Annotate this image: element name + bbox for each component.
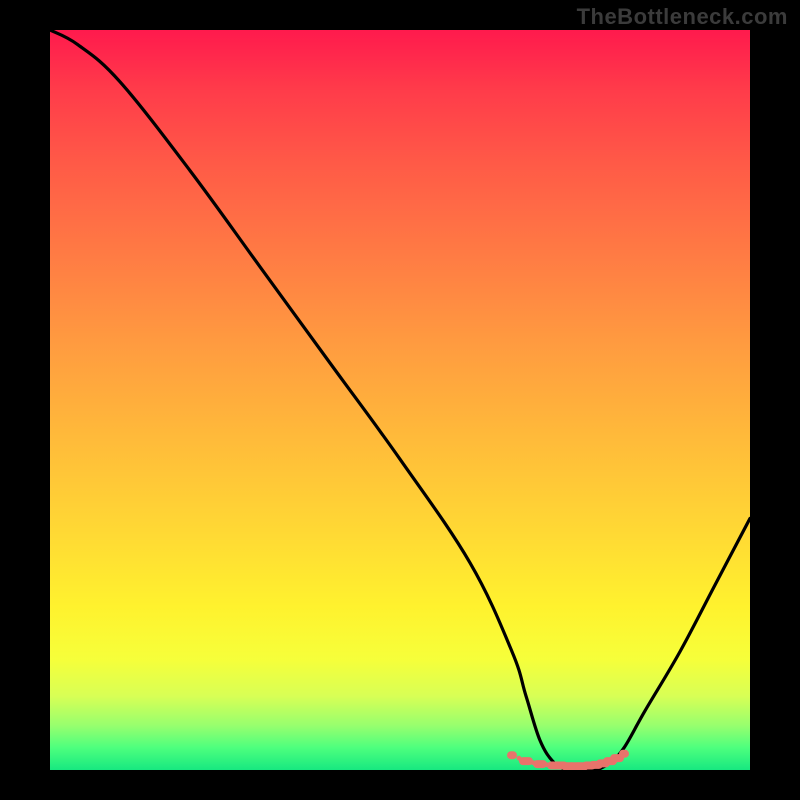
bottleneck-curve — [50, 30, 750, 770]
chart-frame: TheBottleneck.com — [0, 0, 800, 800]
optimal-marker — [519, 757, 533, 765]
optimal-marker — [507, 751, 517, 759]
watermark-text: TheBottleneck.com — [577, 4, 788, 30]
plot-area — [50, 30, 750, 770]
curve-layer — [50, 30, 750, 770]
optimal-zone-markers — [507, 750, 629, 770]
optimal-marker — [619, 750, 629, 758]
